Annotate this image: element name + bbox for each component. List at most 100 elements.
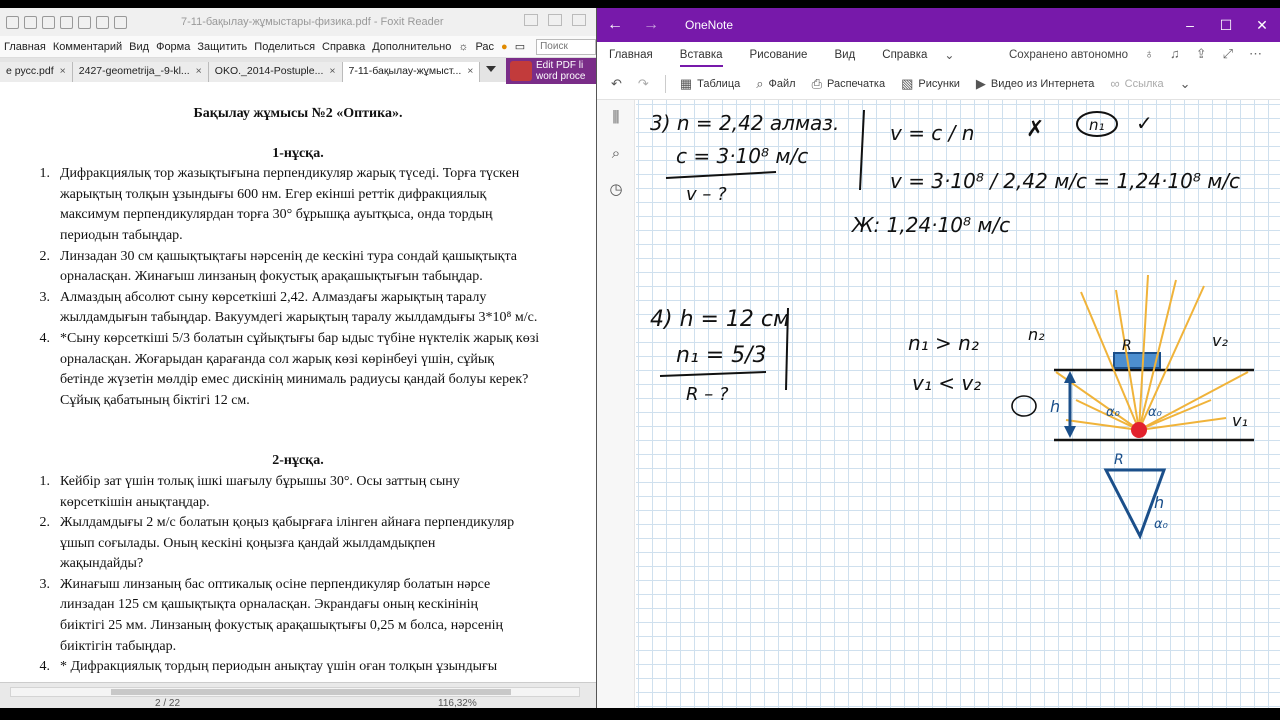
minimize-button[interactable] (548, 14, 562, 26)
print-icon[interactable] (24, 15, 37, 29)
menu-form[interactable]: Форма (156, 41, 190, 53)
page-indicator[interactable]: 2 / 22 (155, 698, 180, 708)
expand-icon[interactable]: ⤢ (1223, 46, 1233, 62)
doc-tab[interactable]: е русс.pdf × (0, 62, 73, 82)
p3-given-line (665, 171, 777, 179)
item-number: 4. (39, 330, 51, 346)
doc-tab-active[interactable]: 7-11-бақылау-жұмыст... × (342, 62, 481, 82)
insert-link-button[interactable]: ∞ Ссылка (1110, 76, 1163, 91)
close-icon[interactable]: × (467, 65, 473, 79)
list-item: 2. Жылдамдығы 2 м/с болатын қоңыз қабырға… (0, 513, 596, 575)
zoom-level[interactable]: 116,32% (438, 698, 477, 708)
more-icon[interactable]: ⋯ (1249, 46, 1262, 62)
insert-table-button[interactable]: ▦ Таблица (680, 76, 740, 92)
top-black-bar (0, 0, 1280, 8)
menu-view[interactable]: Вид (129, 41, 149, 53)
edit-pdf-ad-banner[interactable]: Edit PDF li word proce (506, 58, 596, 84)
p3-check-mark: ✗ (1026, 117, 1044, 142)
redo-icon[interactable] (96, 15, 109, 29)
search-input[interactable] (536, 38, 596, 55)
link-icon: ∞ (1110, 76, 1120, 91)
ribbon-label: Распечатка (826, 77, 886, 90)
lightbulb-icon[interactable]: ♁ (1144, 46, 1154, 62)
bell-icon[interactable]: ♫ (1170, 46, 1180, 62)
undo-button[interactable]: ↶ (611, 76, 622, 92)
doc-tab-label: 2427-geometrija_-9-kl... (78, 65, 190, 77)
close-icon[interactable]: × (196, 65, 202, 79)
email-icon[interactable] (42, 15, 55, 29)
close-icon[interactable]: × (329, 65, 335, 79)
item-number: 3. (39, 576, 51, 592)
save-icon[interactable] (60, 15, 73, 29)
item-text: Линзадан 30 см қашықтықтағы нәрсенің де … (60, 248, 517, 285)
chevron-down-icon[interactable]: ⌄ (944, 48, 954, 62)
p3-circle-label: n₁ (1089, 116, 1105, 134)
tab-view[interactable]: Вид (834, 49, 855, 61)
insert-video-button[interactable]: ▶ Видео из Интернета (976, 76, 1094, 92)
variant-1-list: 1. Дифракциялық тор жазықтығына перпендик… (0, 164, 596, 411)
n2-label: n₂ (1028, 325, 1045, 344)
tab-help[interactable]: Справка (882, 49, 927, 61)
lightbulb-icon[interactable]: ☼ (458, 41, 468, 53)
insert-ribbon: ↶ ↷ ▦ Таблица ⌕ Файл ⎙ Распечатка ▧ Рисунки … (597, 68, 1280, 100)
menu-extra-truncated[interactable]: Рас (475, 41, 494, 53)
doc-tab[interactable]: OKO._2014-Postuple... × (208, 62, 343, 82)
tab-draw[interactable]: Рисование (750, 49, 808, 61)
menu-home[interactable]: Главная (4, 41, 46, 53)
quick-access-toolbar (6, 15, 127, 29)
menu-help[interactable]: Справка (322, 41, 365, 53)
handwritten-ink: 3) n = 2,42 алмаз. c = 3·10⁸ м/с v – ? v… (650, 109, 1254, 540)
recent-notes-icon[interactable]: ◷ (597, 172, 635, 208)
point-light-source (1131, 422, 1147, 438)
p4-given-line (659, 371, 767, 377)
save-status: Сохранено автономно (1009, 49, 1128, 61)
notebooks-icon[interactable]: ⫼ (597, 100, 635, 136)
tab-list-dropdown-icon[interactable] (486, 66, 496, 72)
onenote-title-bar: ← → OneNote – ☐ ✕ (597, 8, 1280, 42)
menu-protect[interactable]: Защитить (197, 41, 247, 53)
tab-insert[interactable]: Вставка (679, 49, 723, 67)
variant-1-heading: 1-нұсқа. (272, 145, 324, 161)
refraction-diagram: h n₂ v₂ v₁ R α₀ α₀ (1011, 274, 1254, 442)
chevron-down-icon: ⌄ (1179, 75, 1191, 91)
back-arrow-icon[interactable]: ← (597, 16, 633, 34)
onenote-ribbon-tabs: Главная Вставка Рисование Вид Справка ⌄ … (597, 42, 1280, 68)
triangle-h-label: h (1154, 493, 1164, 512)
minimize-button[interactable]: – (1172, 8, 1208, 42)
doc-tab-label: 7-11-бақылау-жұмыст... (348, 65, 462, 77)
redo-button[interactable]: ↷ (638, 76, 649, 92)
foxit-title-bar: 7-11-бақылау-жұмыстары-физика.pdf - Foxi… (0, 8, 596, 36)
doc-tab[interactable]: 2427-geometrija_-9-kl... × (72, 62, 209, 82)
radius-label: R (1122, 338, 1132, 354)
close-button[interactable]: ✕ (1244, 8, 1280, 42)
foxit-status-bar: 2 / 22 116,32% (0, 682, 596, 708)
doc-tab-label: е русс.pdf (6, 65, 54, 77)
hand-tool-icon[interactable] (114, 15, 127, 29)
forward-arrow-icon[interactable]: → (633, 16, 669, 34)
search-icon[interactable]: ⌕ (597, 136, 635, 172)
tab-home[interactable]: Главная (609, 49, 653, 61)
restore-button[interactable] (572, 14, 586, 26)
maximize-button[interactable]: ☐ (1208, 8, 1244, 42)
menu-share[interactable]: Поделиться (254, 41, 315, 53)
insert-picture-button[interactable]: ▧ Рисунки (901, 76, 960, 92)
insert-file-button[interactable]: ⌕ Файл (756, 76, 795, 92)
share-icon[interactable]: ⇪ (1196, 46, 1207, 62)
triangle-R-label: R (1114, 452, 1124, 468)
note-page-canvas[interactable]: 3) n = 2,42 алмаз. c = 3·10⁸ м/с v – ? v… (636, 100, 1280, 708)
menu-extra[interactable]: Дополнительно (372, 41, 451, 53)
open-icon[interactable] (6, 15, 19, 29)
angle-label-left: α₀ (1106, 405, 1121, 420)
ribbon-toggle-icon[interactable] (524, 14, 538, 26)
scrollbar-thumb[interactable] (111, 689, 511, 695)
insert-printout-button[interactable]: ⎙ Распечатка (812, 76, 886, 92)
p3-formula-1: v = c / n (890, 121, 974, 145)
comment-icon[interactable]: ▭ (515, 40, 525, 53)
close-icon[interactable]: × (60, 65, 66, 79)
ribbon-more-button[interactable]: ⌄ (1180, 76, 1191, 92)
menu-comment[interactable]: Комментарий (53, 41, 122, 53)
find-icon[interactable]: ● (501, 41, 508, 53)
ad-line-2: word proce (536, 71, 586, 82)
horizontal-scrollbar[interactable] (10, 687, 580, 697)
undo-icon[interactable] (78, 15, 91, 29)
